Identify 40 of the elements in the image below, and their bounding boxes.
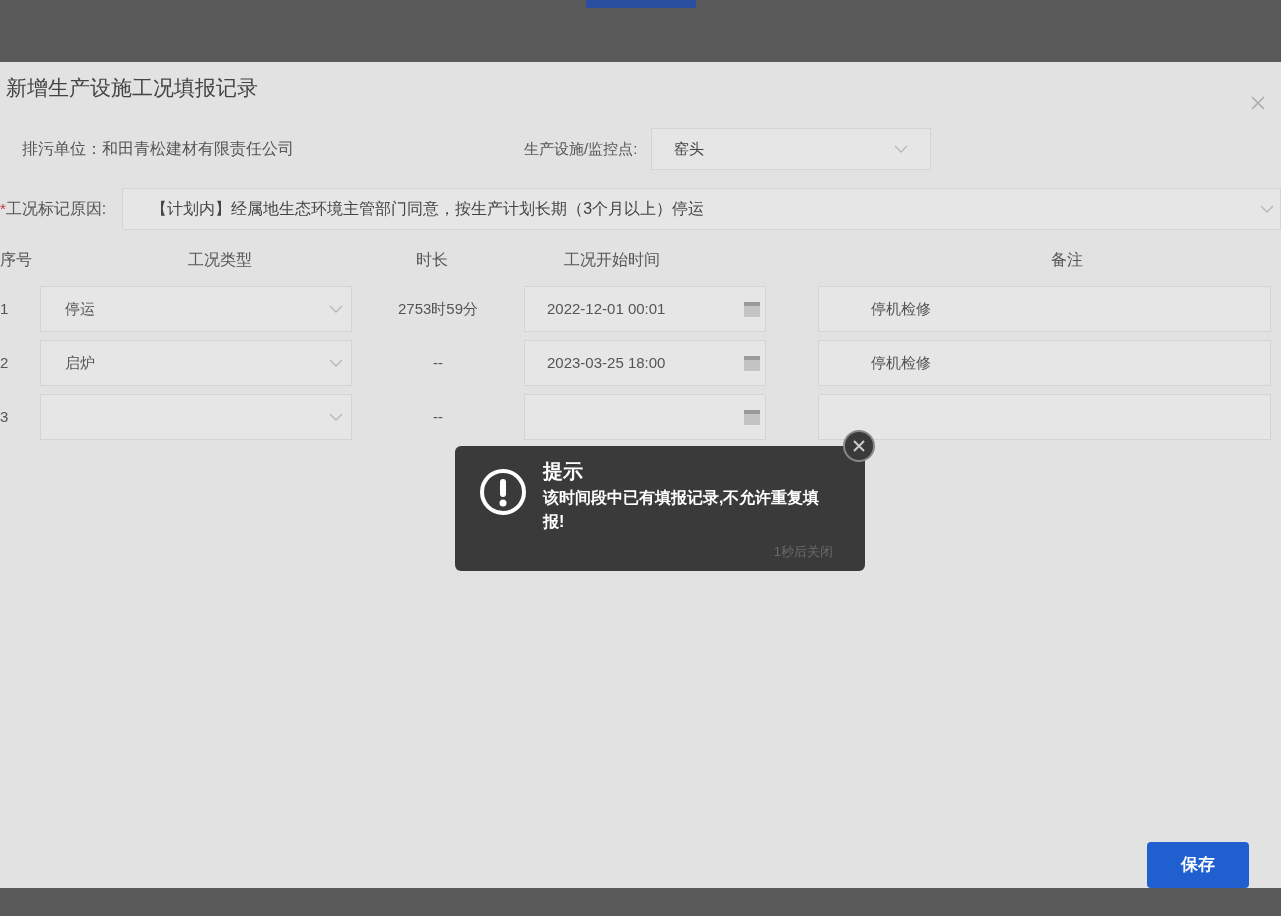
chevron-down-icon (1260, 205, 1274, 213)
calendar-icon (743, 354, 761, 372)
duration-cell-text: -- (432, 352, 444, 373)
save-button[interactable]: 保存 (1147, 842, 1249, 888)
row-number: 3 (0, 406, 10, 427)
column-header: 工况类型 (188, 250, 253, 270)
column-header: 序号 (0, 250, 33, 270)
facility-select[interactable]: 窑头 (651, 128, 932, 170)
required-mark: * (0, 198, 6, 219)
row-number: 2 (0, 352, 10, 373)
chevron-down-icon (329, 305, 343, 313)
reason-label: 工况标记原因: (5, 199, 107, 219)
row-number: 1 (0, 298, 10, 319)
warning-icon (479, 468, 527, 516)
type-select[interactable]: 停运 (40, 286, 352, 332)
remark-field[interactable]: 停机检修 (818, 340, 1271, 386)
dialog-title: 新增生产设施工况填报记录 (6, 75, 258, 102)
calendar-icon (743, 300, 761, 318)
start-time-field[interactable] (524, 394, 766, 440)
column-header: 时长 (416, 250, 449, 270)
column-header: 工况开始时间 (564, 250, 661, 270)
toast-title: 提示 (543, 459, 584, 484)
remark-field[interactable]: 停机检修 (818, 286, 1271, 332)
chevron-down-icon (329, 359, 343, 367)
chevron-down-icon (894, 145, 909, 153)
start-time-field[interactable]: 2022-12-01 00:01 (524, 286, 766, 332)
toast-message: 该时间段中已有填报记录,不允许重复填报! (543, 488, 821, 532)
remark-field[interactable] (818, 394, 1271, 440)
type-select[interactable] (40, 394, 352, 440)
start-time-field[interactable]: 2023-03-25 18:00 (524, 340, 766, 386)
column-header: 备注 (1051, 250, 1083, 270)
unit-label: 排污单位： (22, 139, 102, 159)
reason-select[interactable]: 【计划内】经属地生态环境主管部门同意，按生产计划长期（3个月以上）停运 (122, 188, 1281, 230)
duration-cell-text: 2753时59分 (396, 298, 480, 319)
calendar-icon (743, 408, 761, 426)
facility-label: 生产设施/监控点: (524, 138, 638, 159)
type-select[interactable]: 启炉 (40, 340, 352, 386)
duration-cell-text: -- (432, 406, 444, 427)
unit-value: 和田青松建材有限责任公司 (102, 139, 294, 159)
chevron-down-icon (329, 413, 343, 421)
